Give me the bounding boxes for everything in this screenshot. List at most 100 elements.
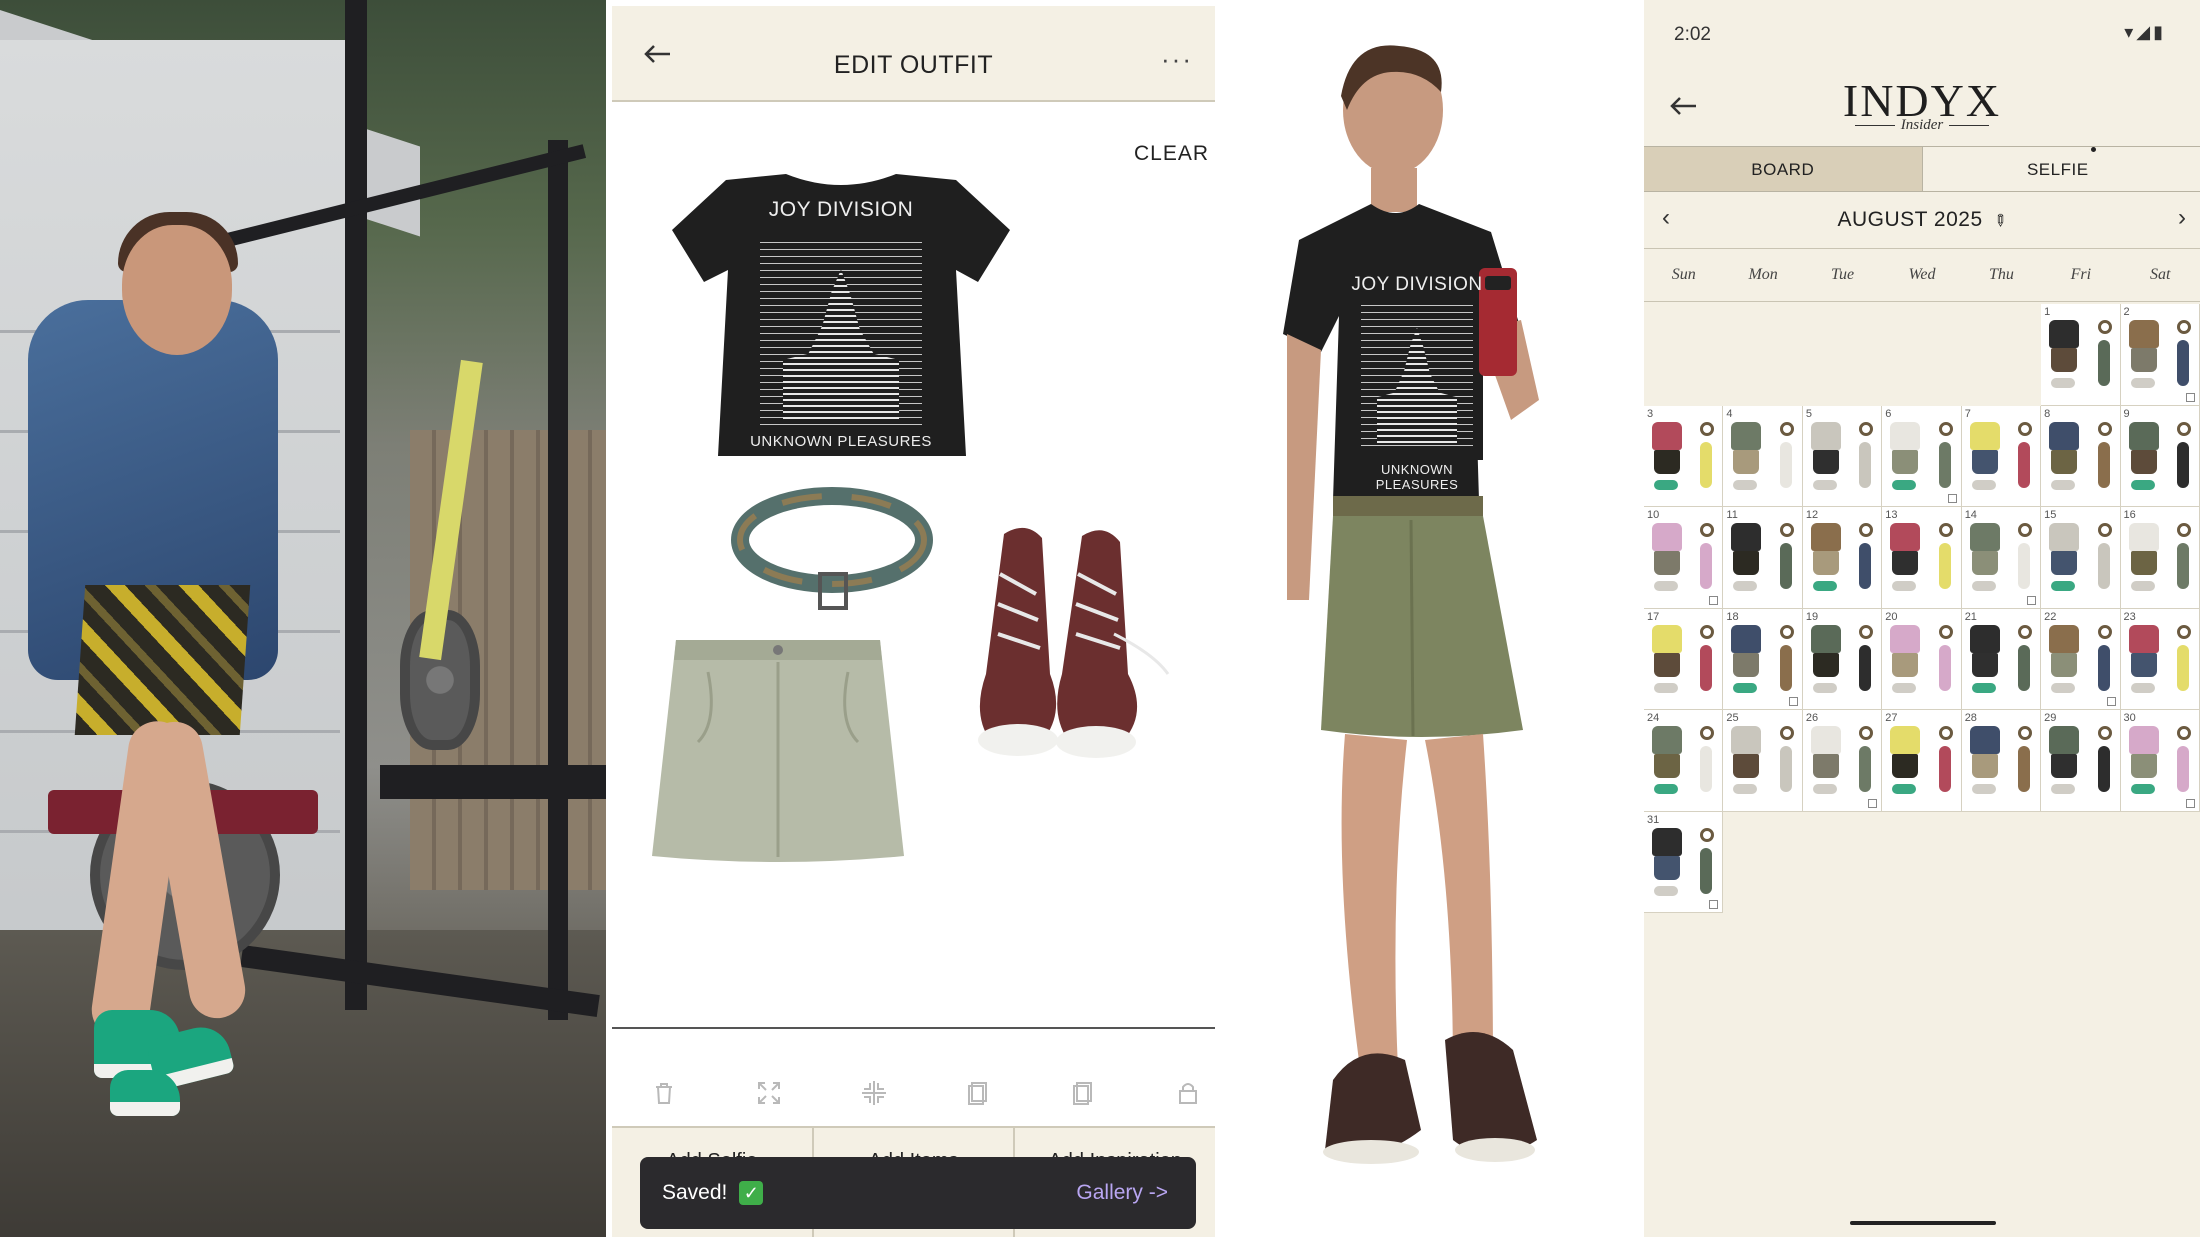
- calendar-day-cell[interactable]: 14: [1961, 507, 2042, 609]
- outfit-shoe-thumb: [2130, 479, 2155, 490]
- chevron-right-icon[interactable]: ›: [2178, 204, 2186, 232]
- outfit-bottom-thumb: [1971, 449, 1998, 474]
- outfit-top-thumb: [2049, 624, 2080, 653]
- calendar-day-cell[interactable]: 2: [2120, 304, 2200, 406]
- gallery-link[interactable]: Gallery ->: [1076, 1181, 1168, 1205]
- calendar-day-cell[interactable]: 24: [1644, 710, 1724, 812]
- calendar-day-cell[interactable]: 23: [2120, 608, 2200, 710]
- outfit-shoe-thumb: [2051, 479, 2076, 490]
- calendar-day-cell[interactable]: 29: [2041, 710, 2121, 812]
- calendar-day-cell[interactable]: 1: [2041, 304, 2121, 406]
- collapse-icon[interactable]: [856, 1075, 892, 1111]
- insider-label: Insider: [1644, 117, 2200, 134]
- shirt-band-text: JOY DIVISION: [768, 198, 914, 221]
- expand-icon[interactable]: [751, 1075, 787, 1111]
- lock-icon[interactable]: [1170, 1075, 1206, 1111]
- home-indicator[interactable]: [1850, 1221, 1996, 1225]
- day-number: 5: [1805, 407, 1812, 420]
- calendar-day-cell[interactable]: 16: [2120, 507, 2200, 609]
- mirror-selfie-photo: JOY DIVISION UNKNOWN PLEASURES: [1221, 0, 1644, 1237]
- day-number: 13: [1885, 509, 1898, 521]
- outfit-top-thumb: [2049, 523, 2080, 551]
- trash-icon[interactable]: [646, 1075, 682, 1111]
- calendar-day-cell[interactable]: 10: [1644, 507, 1724, 609]
- selfie-figure-thumb: [1700, 441, 1713, 488]
- calendar-empty-cell: [1644, 304, 1723, 406]
- calendar-day-cell[interactable]: 21: [1961, 608, 2042, 710]
- bag-thumb: [2097, 421, 2112, 436]
- selfie-figure-thumb: [2176, 340, 2189, 386]
- calendar-grid: 1 2 3 4 5 6 7 8 9 10 11 12 13 14 15 16 17 18 19 20 21 22 23 24 2…: [1644, 304, 2200, 913]
- outfit-bottom-thumb: [1812, 652, 1839, 677]
- outfit-shoe-thumb: [2130, 581, 2155, 591]
- outfit-item-sneakers[interactable]: [964, 514, 1170, 764]
- outfit-top-thumb: [2128, 421, 2159, 450]
- calendar-day-cell[interactable]: 27: [1882, 710, 1962, 812]
- day-number: 12: [1805, 509, 1819, 521]
- edit-toolbar: [646, 1075, 1206, 1111]
- calendar-day-cell[interactable]: 6: [1882, 405, 1962, 507]
- outfit-item-skirt[interactable]: [648, 632, 906, 864]
- calendar-day-cell[interactable]: 12: [1802, 507, 1883, 609]
- calendar-day-cell[interactable]: 30: [2120, 710, 2200, 812]
- calendar-day-cell[interactable]: 4: [1723, 405, 1803, 507]
- outfit-item-belt[interactable]: [724, 478, 944, 628]
- outfit-bottom-thumb: [1971, 652, 1998, 677]
- calendar-day-cell[interactable]: 26: [1802, 710, 1883, 812]
- rack-crossbar: [380, 765, 606, 799]
- outfit-top-thumb: [1810, 624, 1841, 653]
- calendar-day-cell[interactable]: 9: [2120, 405, 2200, 507]
- selfie-figure-thumb: [2018, 441, 2031, 488]
- bag-thumb: [1700, 624, 1715, 639]
- outfit-top-thumb: [1810, 523, 1841, 551]
- tab-board[interactable]: BOARD: [1644, 147, 1923, 191]
- calendar-day-cell[interactable]: 19: [1802, 608, 1883, 710]
- calendar-day-cell[interactable]: 7: [1961, 405, 2042, 507]
- calendar-day-cell[interactable]: 15: [2041, 507, 2121, 609]
- calendar-day-cell[interactable]: 11: [1723, 507, 1803, 609]
- outfit-top-thumb: [2049, 726, 2080, 754]
- outfit-top-thumb: [2128, 320, 2159, 348]
- copy-icon: [2185, 392, 2195, 402]
- calendar-day-cell[interactable]: 25: [1723, 710, 1803, 812]
- outfit-top-thumb: [2049, 421, 2080, 450]
- bag-thumb: [2097, 523, 2112, 537]
- outfit-item-tshirt[interactable]: JOY DIVISION UNKNOWN PLEASURES: [666, 170, 1016, 460]
- bag-thumb: [1938, 624, 1953, 639]
- outfit-shoe-thumb: [1892, 784, 1917, 794]
- more-options-icon[interactable]: ···: [1161, 44, 1193, 75]
- calendar-day-cell[interactable]: 28: [1961, 710, 2042, 812]
- status-time: 2:02: [1674, 24, 1711, 45]
- outfit-shoe-thumb: [2130, 784, 2155, 794]
- calendar-day-cell[interactable]: 31: [1644, 811, 1724, 913]
- outfit-top-thumb: [1731, 523, 1762, 551]
- selfie-shirt-graphic: [1361, 302, 1473, 452]
- outfit-shoe-thumb: [1812, 581, 1837, 591]
- send-backward-icon[interactable]: [960, 1075, 996, 1111]
- calendar-day-cell[interactable]: 22: [2041, 608, 2121, 710]
- bag-thumb: [1938, 421, 1953, 436]
- selfie-figure-thumb: [1938, 644, 1951, 691]
- outfit-shoe-thumb: [1654, 682, 1678, 693]
- calendar-day-cell[interactable]: 13: [1882, 507, 1962, 609]
- bag-thumb: [1779, 726, 1794, 740]
- pencil-icon[interactable]: ✎: [1988, 209, 2012, 233]
- selfie-figure-thumb: [1859, 441, 1872, 488]
- calendar-day-cell[interactable]: 18: [1723, 608, 1803, 710]
- calendar-day-cell[interactable]: 5: [1802, 405, 1883, 507]
- outfit-shoe-thumb: [1971, 682, 1996, 693]
- bring-forward-icon[interactable]: [1065, 1075, 1101, 1111]
- outfit-bottom-thumb: [1812, 551, 1839, 575]
- outfit-shoe-thumb: [1654, 784, 1678, 794]
- saved-toast: Saved! ✓ Gallery ->: [640, 1157, 1196, 1229]
- tab-selfie[interactable]: SELFIE: [1923, 147, 2200, 191]
- calendar-day-cell[interactable]: 8: [2041, 405, 2121, 507]
- calendar-day-cell[interactable]: 17: [1644, 608, 1724, 710]
- bag-thumb: [2097, 726, 2112, 740]
- outfit-shoe-thumb: [1654, 581, 1678, 591]
- indyx-calendar-screen: 2:02 ▾◢▮ INDYX Insider BOARD SELFIE ‹ AU…: [1644, 0, 2200, 1237]
- outfit-canvas[interactable]: JOY DIVISION UNKNOWN PLEASURES: [612, 104, 1215, 1029]
- outfit-bottom-thumb: [1733, 551, 1760, 575]
- calendar-day-cell[interactable]: 3: [1644, 405, 1724, 507]
- calendar-day-cell[interactable]: 20: [1882, 608, 1962, 710]
